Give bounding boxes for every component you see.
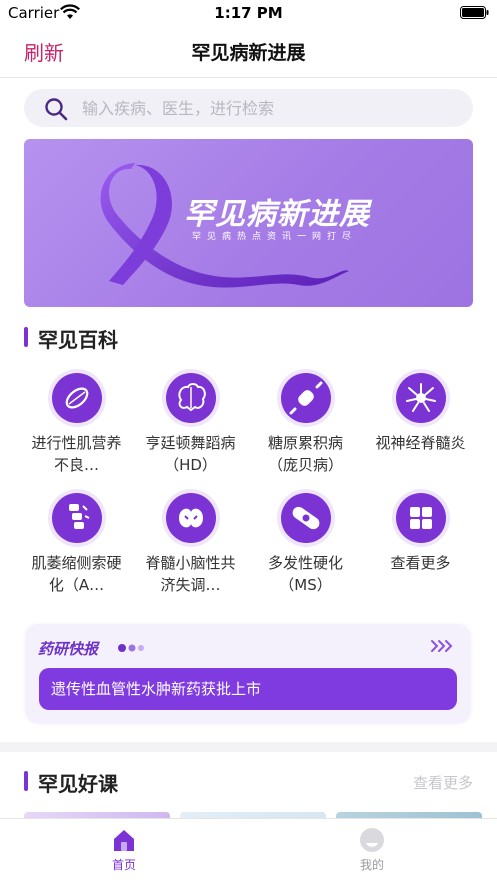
search-bar[interactable] <box>24 89 473 127</box>
tab-me-label: 我的 <box>359 858 384 872</box>
encyclopedia-item-label: 查看更多 <box>390 554 451 572</box>
nav-bar: 刷新 罕见病新进展 <box>0 26 497 78</box>
search-input[interactable] <box>82 89 452 127</box>
cerebellum-icon <box>161 489 220 547</box>
encyclopedia-item[interactable]: 视神经脊髓炎 <box>363 368 478 478</box>
encyclopedia-item-label: 进行性肌营养不良… <box>31 434 122 474</box>
search-icon <box>45 98 68 121</box>
encyclopedia-header: 罕见百科 <box>24 324 224 352</box>
battery-icon <box>460 6 489 19</box>
clock: 1:17 PM <box>214 4 283 22</box>
banner[interactable]: 罕见病新进展 罕见病热点资讯一网打尽 <box>24 139 473 307</box>
tab-me[interactable]: 我的 <box>248 819 496 883</box>
candy-icon <box>276 369 335 427</box>
encyclopedia-item-label: 脊髓小脑性共济失调… <box>145 554 236 594</box>
section-accent-bar <box>24 327 28 347</box>
encyclopedia-item[interactable]: 亨廷顿舞蹈病（HD） <box>133 368 248 478</box>
tab-home-label: 首页 <box>111 858 136 872</box>
neuron-icon <box>391 369 450 427</box>
section-title-encyclopedia: 罕见百科 <box>38 328 118 352</box>
news-logo: 药研快报 <box>38 640 99 658</box>
news-headline[interactable]: 遗传性血管性水肿新药获批上市 <box>39 668 457 710</box>
banner-subtitle: 罕见病热点资讯一网打尽 <box>192 232 358 242</box>
encyclopedia-item[interactable]: 进行性肌营养不良… <box>19 368 134 478</box>
encyclopedia-item-label: 视神经脊髓炎 <box>375 434 466 452</box>
encyclopedia-item-label: 肌萎缩侧索硬化（A… <box>31 554 122 594</box>
chevrons-right-icon[interactable] <box>430 638 454 654</box>
spine-icon <box>47 489 106 547</box>
section-accent-bar <box>24 771 28 791</box>
courses-header: 罕见好课 <box>24 768 224 796</box>
status-bar: Carrier 1:17 PM <box>0 0 497 26</box>
news-card[interactable]: 药研快报 遗传性血管性水肿新药获批上市 <box>26 624 470 722</box>
tab-home[interactable]: 首页 <box>0 819 248 883</box>
home-icon <box>114 830 134 851</box>
encyclopedia-item-label: 糖原累积病（庞贝病） <box>267 434 343 474</box>
encyclopedia-item[interactable]: 肌萎缩侧索硬化（A… <box>19 488 134 598</box>
tab-bar: 首页 我的 <box>0 818 497 883</box>
page-title: 罕见病新进展 <box>191 42 306 64</box>
encyclopedia-item-label: 多发性硬化（MS） <box>267 554 343 594</box>
dots-decoration-icon <box>118 644 144 652</box>
courses-more-link[interactable]: 查看更多 <box>413 772 473 793</box>
brain-icon <box>161 369 220 427</box>
encyclopedia-item[interactable]: 糖原累积病（庞贝病） <box>248 368 363 478</box>
muscle-icon <box>47 369 106 427</box>
encyclopedia-item[interactable]: 多发性硬化（MS） <box>248 488 363 598</box>
banner-title: 罕见病新进展 <box>184 197 370 232</box>
bandage-icon <box>276 489 335 547</box>
section-divider <box>0 742 497 752</box>
profile-icon <box>360 828 384 852</box>
encyclopedia-item-label: 亨廷顿舞蹈病（HD） <box>145 434 236 474</box>
view-more-encyclopedia[interactable]: 查看更多 <box>363 488 478 598</box>
grid-icon <box>391 489 450 547</box>
encyclopedia-item[interactable]: 脊髓小脑性共济失调… <box>133 488 248 598</box>
section-title-courses: 罕见好课 <box>38 772 118 796</box>
